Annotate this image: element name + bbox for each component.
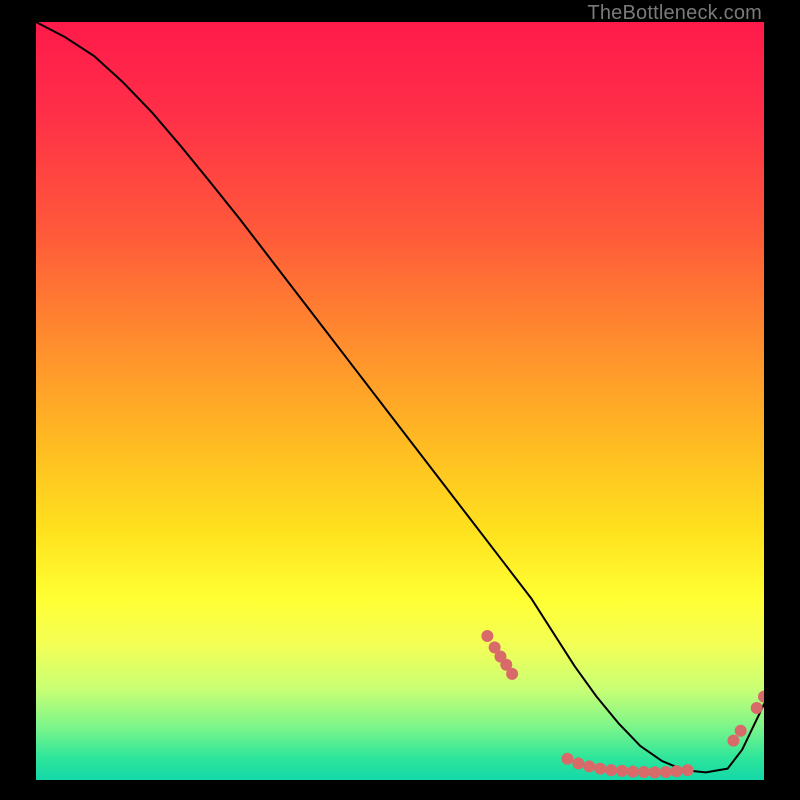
chart-svg: [36, 22, 764, 780]
marker: [671, 765, 683, 777]
marker: [627, 766, 639, 778]
marker: [506, 668, 518, 680]
marker: [572, 757, 584, 769]
plot-area: [36, 22, 764, 780]
chart-frame: TheBottleneck.com: [0, 0, 800, 800]
scatter-layer: [481, 630, 764, 778]
marker: [638, 766, 650, 778]
line-layer: [36, 22, 764, 772]
marker: [481, 630, 493, 642]
marker: [660, 766, 672, 778]
marker: [594, 763, 606, 775]
marker: [727, 735, 739, 747]
series-bottleneck-curve: [36, 22, 764, 772]
marker: [758, 691, 764, 703]
marker: [735, 725, 747, 737]
marker: [561, 753, 573, 765]
marker: [616, 765, 628, 777]
marker: [751, 702, 763, 714]
marker: [682, 764, 694, 776]
marker: [605, 764, 617, 776]
marker: [583, 760, 595, 772]
marker: [649, 766, 661, 778]
